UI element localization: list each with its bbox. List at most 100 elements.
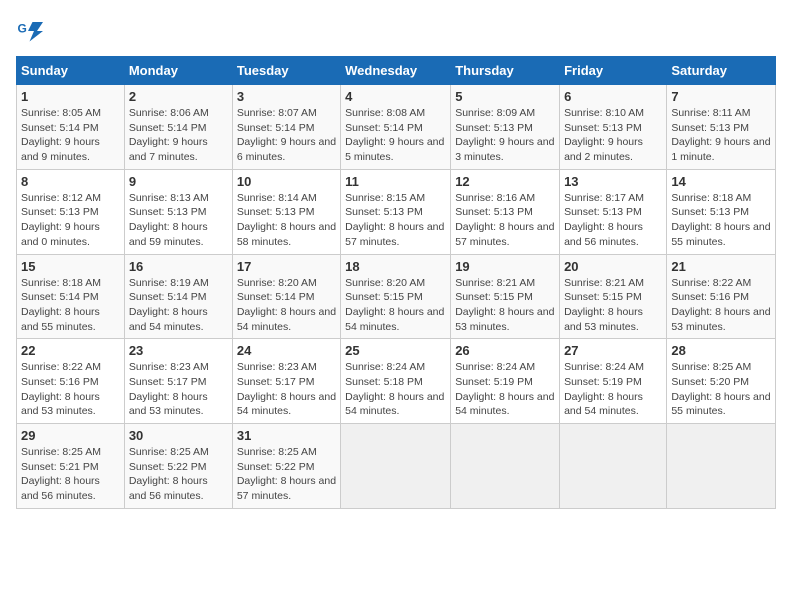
day-number: 6 [564, 89, 662, 104]
day-detail: Sunrise: 8:10 AM Sunset: 5:13 PM Dayligh… [564, 106, 662, 165]
day-number: 8 [21, 174, 120, 189]
calendar-week: 8Sunrise: 8:12 AM Sunset: 5:13 PM Daylig… [17, 169, 776, 254]
day-number: 16 [129, 259, 228, 274]
day-number: 31 [237, 428, 336, 443]
calendar-cell: 14Sunrise: 8:18 AM Sunset: 5:13 PM Dayli… [667, 169, 776, 254]
day-number: 3 [237, 89, 336, 104]
day-detail: Sunrise: 8:20 AM Sunset: 5:15 PM Dayligh… [345, 276, 446, 335]
day-number: 21 [671, 259, 771, 274]
day-detail: Sunrise: 8:24 AM Sunset: 5:18 PM Dayligh… [345, 360, 446, 419]
day-detail: Sunrise: 8:11 AM Sunset: 5:13 PM Dayligh… [671, 106, 771, 165]
calendar-cell: 16 Sunrise: 8:19 AM Sunset: 5:14 PM Dayli… [124, 254, 232, 339]
day-detail: Sunrise: 8:13 AM Sunset: 5:13 PM Dayligh… [129, 191, 228, 250]
calendar-cell: 21 Sunrise: 8:22 AM Sunset: 5:16 PM Dayli… [667, 254, 776, 339]
col-header-sunday: Sunday [17, 57, 125, 85]
calendar-cell: 12 Sunrise: 8:16 AM Sunset: 5:13 PM Dayli… [451, 169, 560, 254]
day-detail: Sunrise: 8:25 AM Sunset: 5:22 PM Dayligh… [129, 445, 228, 504]
logo: G [16, 16, 50, 46]
calendar-cell: 27 Sunrise: 8:24 AM Sunset: 5:19 PM Dayli… [560, 339, 667, 424]
day-number: 11 [345, 174, 446, 189]
day-detail: Sunrise: 8:05 AM Sunset: 5:14 PM Dayligh… [21, 106, 120, 165]
day-number: 2 [129, 89, 228, 104]
logo-icon: G [16, 16, 46, 46]
calendar-week: 1 Sunrise: 8:05 AM Sunset: 5:14 PM Daylig… [17, 85, 776, 170]
day-detail: Sunrise: 8:06 AM Sunset: 5:14 PM Dayligh… [129, 106, 228, 165]
day-number: 19 [455, 259, 555, 274]
calendar-cell: 30 Sunrise: 8:25 AM Sunset: 5:22 PM Dayli… [124, 424, 232, 509]
calendar-cell: 1 Sunrise: 8:05 AM Sunset: 5:14 PM Daylig… [17, 85, 125, 170]
day-number: 26 [455, 343, 555, 358]
calendar-cell: 25 Sunrise: 8:24 AM Sunset: 5:18 PM Dayli… [341, 339, 451, 424]
day-number: 15 [21, 259, 120, 274]
calendar-cell: 5 Sunrise: 8:09 AM Sunset: 5:13 PM Daylig… [451, 85, 560, 170]
day-detail: Sunrise: 8:14 AM Sunset: 5:13 PM Dayligh… [237, 191, 336, 250]
day-detail: Sunrise: 8:08 AM Sunset: 5:14 PM Dayligh… [345, 106, 446, 165]
day-number: 28 [671, 343, 771, 358]
calendar-cell: 11 Sunrise: 8:15 AM Sunset: 5:13 PM Dayli… [341, 169, 451, 254]
calendar-week: 15 Sunrise: 8:18 AM Sunset: 5:14 PM Dayli… [17, 254, 776, 339]
day-number: 27 [564, 343, 662, 358]
calendar-cell: 31Sunrise: 8:25 AM Sunset: 5:22 PM Dayli… [232, 424, 340, 509]
day-number: 9 [129, 174, 228, 189]
col-header-friday: Friday [560, 57, 667, 85]
calendar-cell [560, 424, 667, 509]
day-number: 30 [129, 428, 228, 443]
page-header: G [16, 16, 776, 46]
calendar-cell: 28Sunrise: 8:25 AM Sunset: 5:20 PM Dayli… [667, 339, 776, 424]
day-number: 22 [21, 343, 120, 358]
calendar-cell: 24Sunrise: 8:23 AM Sunset: 5:17 PM Dayli… [232, 339, 340, 424]
calendar-cell: 7Sunrise: 8:11 AM Sunset: 5:13 PM Daylig… [667, 85, 776, 170]
day-detail: Sunrise: 8:18 AM Sunset: 5:14 PM Dayligh… [21, 276, 120, 335]
calendar-cell: 23 Sunrise: 8:23 AM Sunset: 5:17 PM Dayli… [124, 339, 232, 424]
day-detail: Sunrise: 8:23 AM Sunset: 5:17 PM Dayligh… [129, 360, 228, 419]
col-header-wednesday: Wednesday [341, 57, 451, 85]
calendar-cell: 9 Sunrise: 8:13 AM Sunset: 5:13 PM Daylig… [124, 169, 232, 254]
day-detail: Sunrise: 8:17 AM Sunset: 5:13 PM Dayligh… [564, 191, 662, 250]
col-header-monday: Monday [124, 57, 232, 85]
day-detail: Sunrise: 8:21 AM Sunset: 5:15 PM Dayligh… [564, 276, 662, 335]
day-number: 14 [671, 174, 771, 189]
day-number: 13 [564, 174, 662, 189]
day-detail: Sunrise: 8:16 AM Sunset: 5:13 PM Dayligh… [455, 191, 555, 250]
day-detail: Sunrise: 8:07 AM Sunset: 5:14 PM Dayligh… [237, 106, 336, 165]
calendar-week: 22Sunrise: 8:22 AM Sunset: 5:16 PM Dayli… [17, 339, 776, 424]
calendar-cell: 15 Sunrise: 8:18 AM Sunset: 5:14 PM Dayli… [17, 254, 125, 339]
day-number: 18 [345, 259, 446, 274]
day-number: 24 [237, 343, 336, 358]
day-number: 23 [129, 343, 228, 358]
calendar-cell: 2 Sunrise: 8:06 AM Sunset: 5:14 PM Daylig… [124, 85, 232, 170]
day-number: 20 [564, 259, 662, 274]
day-detail: Sunrise: 8:24 AM Sunset: 5:19 PM Dayligh… [455, 360, 555, 419]
day-detail: Sunrise: 8:09 AM Sunset: 5:13 PM Dayligh… [455, 106, 555, 165]
col-header-tuesday: Tuesday [232, 57, 340, 85]
day-number: 12 [455, 174, 555, 189]
day-number: 25 [345, 343, 446, 358]
calendar-cell: 10 Sunrise: 8:14 AM Sunset: 5:13 PM Dayli… [232, 169, 340, 254]
day-detail: Sunrise: 8:25 AM Sunset: 5:21 PM Dayligh… [21, 445, 120, 504]
day-detail: Sunrise: 8:15 AM Sunset: 5:13 PM Dayligh… [345, 191, 446, 250]
svg-text:G: G [18, 22, 27, 36]
calendar-cell: 4 Sunrise: 8:08 AM Sunset: 5:14 PM Daylig… [341, 85, 451, 170]
calendar-cell: 22Sunrise: 8:22 AM Sunset: 5:16 PM Dayli… [17, 339, 125, 424]
day-detail: Sunrise: 8:22 AM Sunset: 5:16 PM Dayligh… [671, 276, 771, 335]
calendar-cell: 6 Sunrise: 8:10 AM Sunset: 5:13 PM Daylig… [560, 85, 667, 170]
col-header-thursday: Thursday [451, 57, 560, 85]
calendar-cell [451, 424, 560, 509]
day-number: 5 [455, 89, 555, 104]
day-detail: Sunrise: 8:20 AM Sunset: 5:14 PM Dayligh… [237, 276, 336, 335]
day-detail: Sunrise: 8:24 AM Sunset: 5:19 PM Dayligh… [564, 360, 662, 419]
day-number: 1 [21, 89, 120, 104]
day-number: 10 [237, 174, 336, 189]
day-number: 4 [345, 89, 446, 104]
calendar-cell: 29 Sunrise: 8:25 AM Sunset: 5:21 PM Dayli… [17, 424, 125, 509]
calendar-cell: 20 Sunrise: 8:21 AM Sunset: 5:15 PM Dayli… [560, 254, 667, 339]
calendar-cell [667, 424, 776, 509]
calendar-cell: 13 Sunrise: 8:17 AM Sunset: 5:13 PM Dayli… [560, 169, 667, 254]
day-detail: Sunrise: 8:19 AM Sunset: 5:14 PM Dayligh… [129, 276, 228, 335]
calendar-cell: 26 Sunrise: 8:24 AM Sunset: 5:19 PM Dayli… [451, 339, 560, 424]
calendar-cell [341, 424, 451, 509]
day-detail: Sunrise: 8:21 AM Sunset: 5:15 PM Dayligh… [455, 276, 555, 335]
col-header-saturday: Saturday [667, 57, 776, 85]
calendar-cell: 3 Sunrise: 8:07 AM Sunset: 5:14 PM Daylig… [232, 85, 340, 170]
day-number: 29 [21, 428, 120, 443]
